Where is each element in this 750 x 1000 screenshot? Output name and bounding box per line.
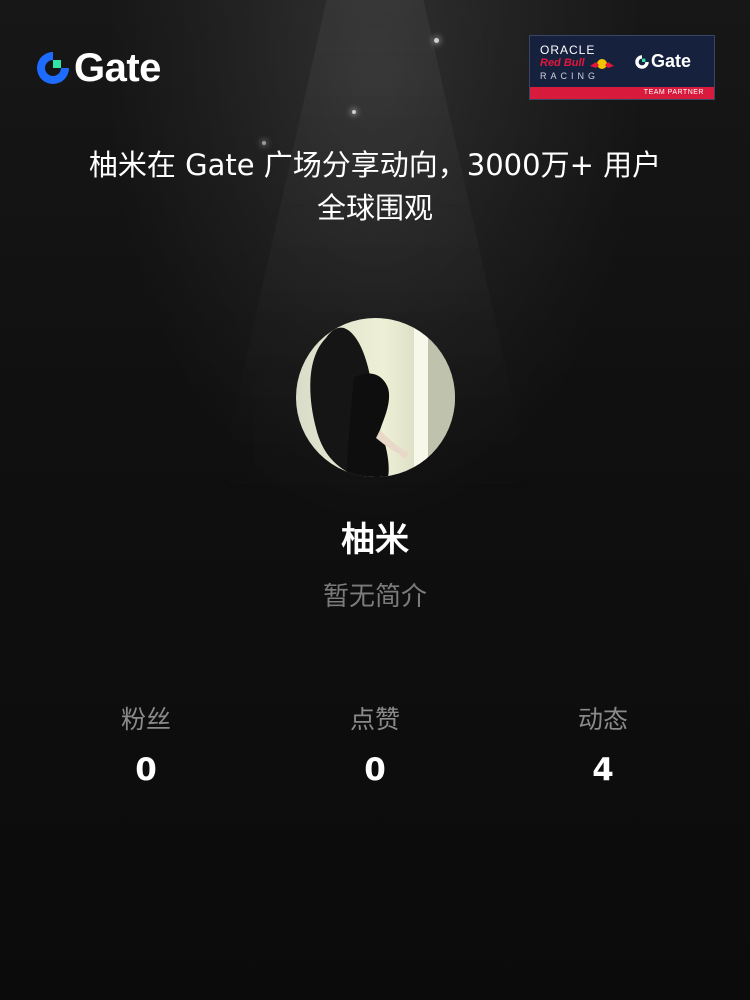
partner-gate-logo: Gate — [634, 51, 691, 72]
sparkle-decoration — [352, 110, 356, 114]
red-bull-wordmark: Red Bull — [540, 57, 585, 69]
sparkle-decoration — [434, 38, 439, 43]
stat-likes-value: 0 — [364, 752, 386, 788]
stat-posts-label: 动态 — [577, 705, 628, 734]
headline-line-2: 全球围观 — [316, 191, 433, 225]
bio: 暂无简介 — [322, 582, 427, 612]
stat-posts-value: 4 — [592, 752, 614, 788]
team-partner-strip: TEAM PARTNER — [530, 87, 714, 99]
username: 柚米 — [341, 520, 409, 560]
gate-logo: Gate — [34, 48, 161, 88]
team-partner-label: TEAM PARTNER — [643, 89, 704, 96]
partner-gate-text: Gate — [651, 51, 692, 71]
gate-logo-icon — [634, 54, 650, 70]
headline-line-1: 柚米在 Gate 广场分享动向，3000万+ 用户 — [88, 148, 662, 182]
oracle-wordmark: ORACLE — [540, 43, 596, 57]
team-partner-badge: ORACLE Red Bull RACING Gate TEAM PARTNER — [529, 35, 715, 100]
stat-likes[interactable]: 点赞 0 — [275, 702, 475, 788]
profile-avatar — [296, 318, 455, 477]
stat-fans-value: 0 — [135, 752, 157, 788]
racing-wordmark: RACING — [540, 71, 600, 81]
stat-likes-label: 点赞 — [349, 705, 400, 734]
share-card: Gate ORACLE Red Bull RACING Gate TEAM PA… — [0, 0, 750, 1000]
avatar[interactable] — [296, 318, 455, 477]
gate-logo-text: Gate — [74, 46, 161, 90]
stat-fans-label: 粉丝 — [120, 705, 171, 734]
gate-logo-icon — [34, 49, 72, 87]
stat-fans[interactable]: 粉丝 0 — [46, 702, 246, 788]
stat-posts[interactable]: 动态 4 — [503, 702, 703, 788]
headline: 柚米在 Gate 广场分享动向，3000万+ 用户 全球围观 — [40, 144, 710, 230]
red-bull-icon — [590, 59, 614, 69]
